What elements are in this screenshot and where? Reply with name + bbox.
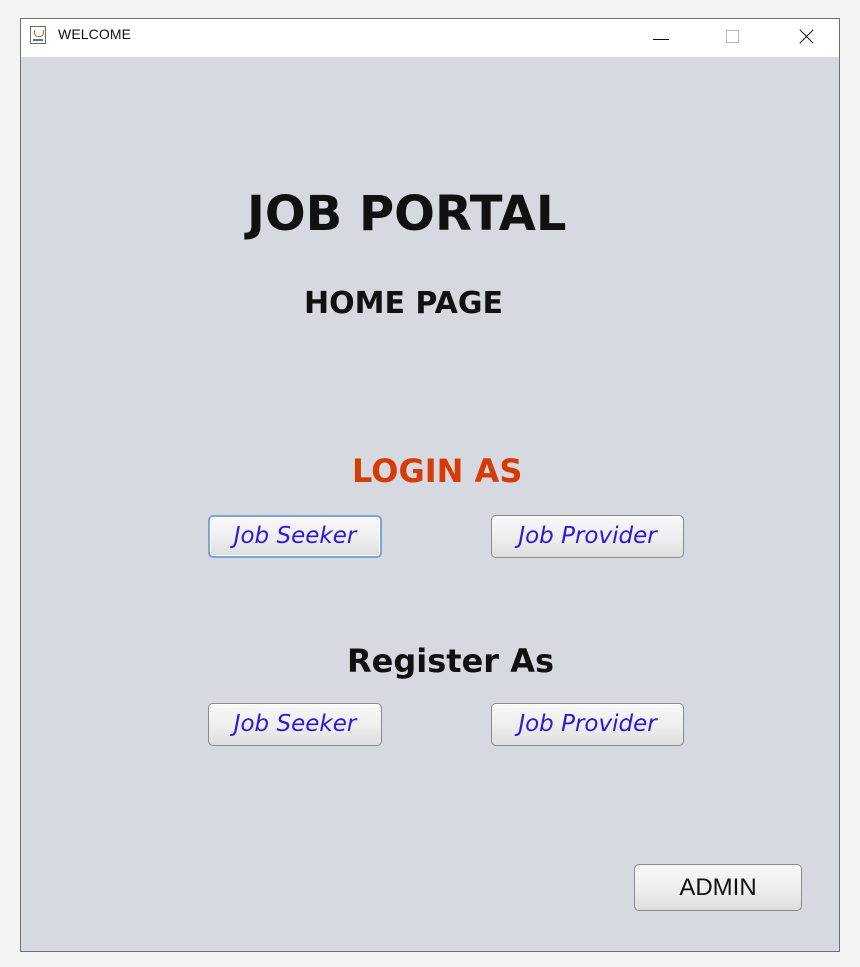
login-heading: LOGIN AS: [352, 452, 523, 490]
page-subtitle: HOME PAGE: [304, 286, 503, 321]
maximize-button[interactable]: [705, 19, 763, 57]
app-title: JOB PORTAL: [247, 186, 567, 242]
title-bar[interactable]: WELCOME: [21, 19, 839, 57]
login-job-provider-button[interactable]: Job Provider: [491, 515, 684, 558]
home-content: JOB PORTAL HOME PAGE LOGIN AS Job Seeker…: [21, 57, 839, 951]
register-heading: Register As: [347, 642, 554, 680]
register-job-provider-button[interactable]: Job Provider: [491, 703, 684, 746]
admin-button[interactable]: ADMIN: [634, 864, 802, 911]
window-title: WELCOME: [58, 26, 132, 42]
welcome-window: WELCOME JOB PORTAL HOME PAGE LOGIN AS Jo…: [20, 18, 840, 952]
login-job-seeker-button[interactable]: Job Seeker: [208, 515, 382, 558]
minimize-button[interactable]: [631, 19, 689, 57]
register-job-seeker-button[interactable]: Job Seeker: [208, 703, 382, 746]
java-cup-icon: [30, 26, 46, 44]
close-button[interactable]: [777, 19, 835, 57]
